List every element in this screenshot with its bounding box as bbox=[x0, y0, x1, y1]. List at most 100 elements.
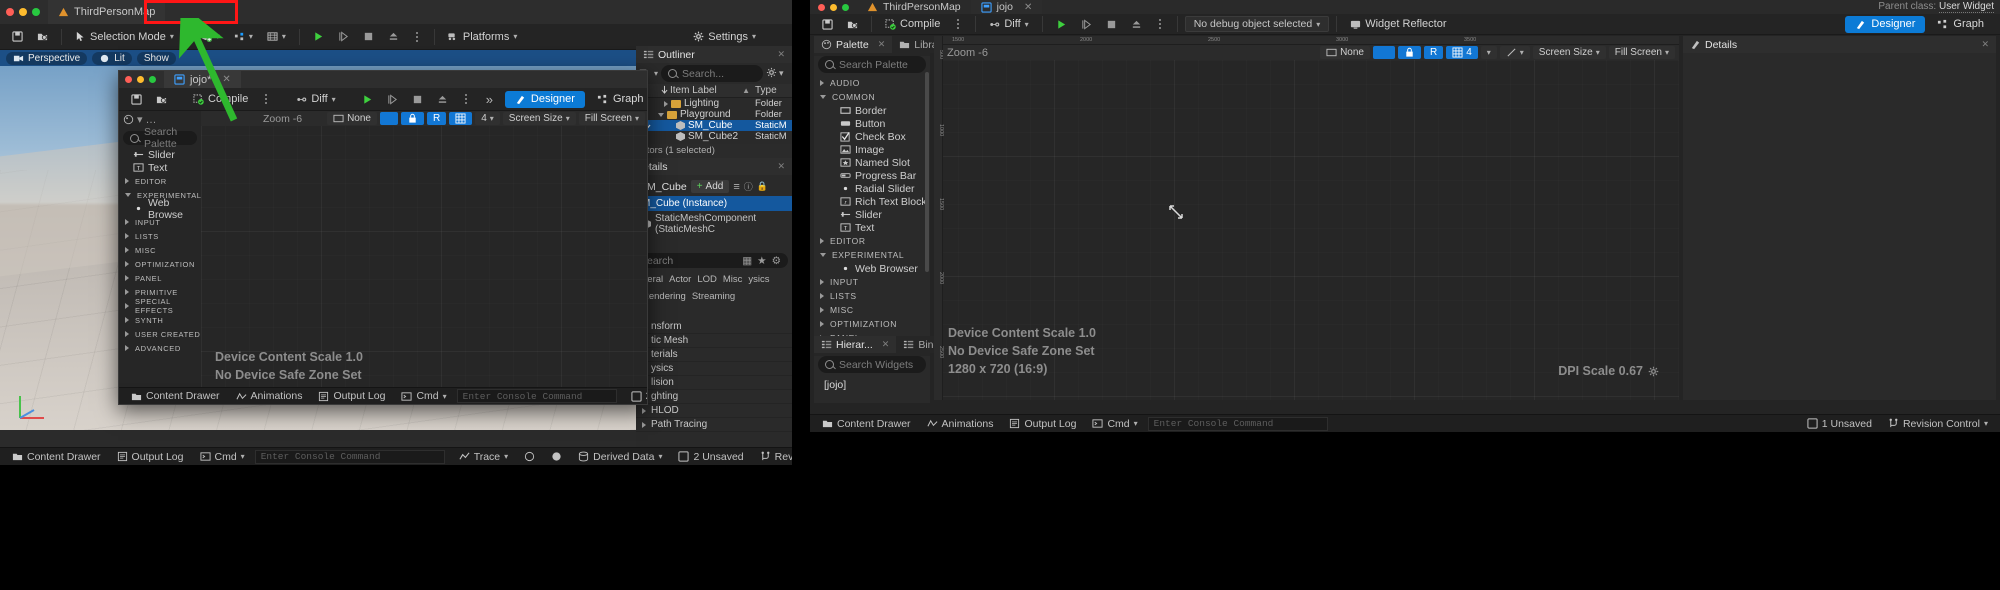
close-icon[interactable]: ✕ bbox=[777, 49, 785, 60]
close-icon-child-tab[interactable]: ✕ bbox=[222, 74, 230, 85]
eject-button[interactable] bbox=[382, 26, 405, 48]
widget-reflector-button[interactable]: Widget Reflector bbox=[1344, 13, 1452, 35]
output-log-button[interactable]: Output Log bbox=[111, 449, 190, 464]
child-play-button[interactable] bbox=[356, 88, 379, 110]
details-section-row[interactable]: Path Tracing bbox=[636, 418, 792, 432]
right-tab-thirdpersonmap[interactable]: ThirdPersonMap bbox=[857, 0, 971, 14]
help-icon[interactable]: ⓘ bbox=[744, 180, 753, 193]
lit-button[interactable]: Lit bbox=[92, 51, 132, 65]
expand-arrow-icon-cat[interactable] bbox=[125, 178, 129, 184]
blueprint-button[interactable]: ▾ bbox=[228, 26, 259, 48]
details-filter-tab[interactable]: Actor bbox=[669, 274, 691, 285]
expand-arrow-icon[interactable] bbox=[664, 100, 668, 107]
right-cmd-button[interactable]: Cmd ▾ bbox=[1086, 416, 1143, 431]
palette-category[interactable]: EDITOR bbox=[814, 234, 930, 248]
expand-arrow-icon-cat[interactable] bbox=[820, 293, 824, 299]
right-grid-toggle[interactable]: 4 bbox=[1446, 46, 1478, 59]
details-component-row[interactable]: StaticMeshComponent (StaticMeshC bbox=[636, 211, 792, 237]
details-section-row[interactable]: lision bbox=[636, 376, 792, 390]
child-mirror-toggle[interactable] bbox=[379, 112, 398, 125]
cmd-button[interactable]: Cmd ▾ bbox=[194, 449, 251, 464]
expand-arrow-icon-cat[interactable] bbox=[125, 247, 129, 253]
child-cmd-button[interactable]: Cmd ▾ bbox=[395, 389, 452, 404]
expand-arrow-icon-cat[interactable] bbox=[125, 275, 129, 281]
palette-category[interactable]: MISC bbox=[814, 303, 930, 317]
play-more-button[interactable] bbox=[407, 26, 427, 48]
right-parent-class-value[interactable]: User Widget bbox=[1938, 1, 1994, 13]
expand-arrow-icon-cat[interactable] bbox=[125, 193, 131, 197]
right-graph-mode-button[interactable]: Graph bbox=[1927, 16, 1994, 33]
right-browse-button[interactable] bbox=[841, 13, 864, 35]
details-filter-tab[interactable]: Rendering bbox=[642, 291, 686, 302]
tab-hierarchy[interactable]: Hierar... ✕ bbox=[814, 336, 897, 353]
right-min-dot[interactable] bbox=[830, 3, 837, 11]
stop-button[interactable] bbox=[357, 26, 380, 48]
right-eject-button[interactable] bbox=[1125, 13, 1148, 35]
outliner-search-input[interactable]: Search... bbox=[661, 65, 763, 82]
table-row[interactable]: SM_Cube2 StaticM bbox=[636, 131, 792, 142]
selection-mode-button[interactable]: Selection Mode ▾ bbox=[69, 26, 180, 48]
child-stop-button[interactable] bbox=[406, 88, 429, 110]
right-compile-options[interactable] bbox=[948, 13, 968, 35]
palette-item[interactable]: Image bbox=[814, 143, 930, 156]
right-fill-screen[interactable]: Fill Screen ▾ bbox=[1608, 46, 1675, 59]
palette-item[interactable]: Border bbox=[814, 104, 930, 117]
details-section-row[interactable]: ghting bbox=[636, 390, 792, 404]
close-icon-right-tab[interactable]: ✕ bbox=[1024, 2, 1032, 13]
palette-category[interactable]: OPTIMIZATION bbox=[119, 257, 201, 271]
expand-arrow-icon-cat[interactable] bbox=[125, 303, 129, 309]
details-section-row[interactable]: HLOD bbox=[636, 404, 792, 418]
details-view-grid-icon[interactable]: ▦ bbox=[742, 255, 752, 267]
palette-category[interactable]: SPECIAL EFFECTS bbox=[119, 297, 201, 315]
tab-details[interactable]: etails ✕ bbox=[636, 158, 792, 175]
expand-arrow-icon-cat[interactable] bbox=[125, 345, 129, 351]
child-lock-toggle[interactable] bbox=[400, 112, 424, 125]
palette-category[interactable]: ADVANCED bbox=[119, 341, 201, 355]
tab-details-right[interactable]: Details ✕ bbox=[1683, 36, 1996, 53]
window-controls[interactable] bbox=[6, 8, 40, 16]
right-compile-button[interactable]: Compile bbox=[879, 13, 946, 35]
details-filter-tab[interactable]: Misc bbox=[723, 274, 743, 285]
palette-category[interactable]: PANEL bbox=[119, 271, 201, 285]
trace-button[interactable]: Trace ▾ bbox=[453, 449, 514, 464]
child-palette-caret[interactable]: ▾ bbox=[137, 113, 143, 126]
expand-arrow-icon-cat[interactable] bbox=[820, 279, 824, 285]
palette-item[interactable]: T Text bbox=[814, 221, 930, 234]
details-section-row[interactable]: tic Mesh bbox=[636, 334, 792, 348]
child-eject-button[interactable] bbox=[431, 88, 454, 110]
child-step-button[interactable] bbox=[381, 88, 404, 110]
palette-item[interactable]: T Text bbox=[119, 161, 201, 174]
child-diff-button[interactable]: Diff ▾ bbox=[290, 88, 341, 110]
console-command-input[interactable]: Enter Console Command bbox=[254, 449, 445, 464]
lock-icon[interactable]: 🔒 bbox=[757, 181, 768, 192]
tab-outliner[interactable]: Outliner ✕ bbox=[636, 46, 792, 63]
expand-arrow-icon[interactable] bbox=[658, 112, 664, 117]
play-button[interactable] bbox=[307, 26, 330, 48]
right-diff-button[interactable]: Diff ▾ bbox=[983, 13, 1034, 35]
content-drawer-button[interactable]: Content Drawer bbox=[6, 449, 107, 464]
child-grid-size[interactable]: 4 ▾ bbox=[475, 112, 500, 125]
child-resolution-none[interactable]: None bbox=[327, 112, 377, 125]
pin-icon[interactable] bbox=[658, 85, 670, 96]
status-icon-2[interactable] bbox=[545, 449, 568, 464]
expand-arrow-icon-cat[interactable] bbox=[820, 80, 824, 86]
child-animations-button[interactable]: Animations bbox=[230, 389, 309, 404]
child-designer-mode-button[interactable]: Designer bbox=[504, 90, 585, 108]
derived-data-button[interactable]: Derived Data ▾ bbox=[572, 449, 668, 464]
details-section-row[interactable]: terials bbox=[636, 348, 792, 362]
tab-palette[interactable]: Palette ✕ bbox=[814, 36, 893, 53]
palette-scrollbar[interactable] bbox=[925, 72, 929, 272]
palette-category[interactable]: MISC bbox=[119, 243, 201, 257]
child-tab-jojo[interactable]: jojo* ✕ bbox=[164, 71, 241, 88]
child-max-dot[interactable] bbox=[149, 76, 156, 83]
expand-arrow-icon-cat[interactable] bbox=[125, 331, 129, 337]
palette-category[interactable]: INPUT bbox=[814, 275, 930, 289]
child-close-dot[interactable] bbox=[125, 76, 132, 83]
right-tab-jojo[interactable]: jojo ✕ bbox=[970, 0, 1043, 14]
right-revision-button[interactable]: Revision Control ▾ bbox=[1882, 416, 1994, 431]
right-step-button[interactable] bbox=[1075, 13, 1098, 35]
right-hierarchy-search[interactable]: Search Widgets bbox=[818, 356, 926, 373]
table-row[interactable]: SM_Cube StaticM bbox=[636, 120, 792, 131]
right-output-log-button[interactable]: Output Log bbox=[1003, 416, 1082, 431]
right-snap-dropdown[interactable]: ▾ bbox=[1499, 46, 1530, 59]
